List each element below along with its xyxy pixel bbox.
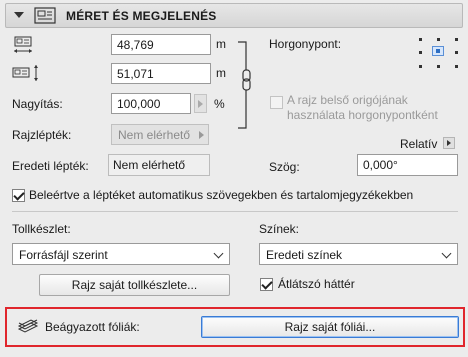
height-icon xyxy=(12,65,38,81)
anchor-dot[interactable] xyxy=(455,65,458,68)
chain-link-icon[interactable] xyxy=(236,40,256,130)
drawing-scale-value: Nem elérhető xyxy=(118,128,191,142)
width-icon xyxy=(14,36,32,53)
collapse-triangle-icon[interactable] xyxy=(14,12,24,18)
height-field[interactable]: 51,071 xyxy=(111,63,211,84)
relative-button[interactable] xyxy=(443,137,455,149)
anchor-label: Horgonypont: xyxy=(269,37,342,51)
original-scale-label: Eredeti lépték: xyxy=(12,159,89,173)
pens-dropdown[interactable]: Forrásfájl szerint xyxy=(12,243,230,265)
anchor-selected-center[interactable] xyxy=(432,46,444,56)
include-scale-checkbox[interactable] xyxy=(12,189,25,202)
use-origin-checkbox[interactable] xyxy=(270,96,283,109)
angle-field[interactable]: 0,000° xyxy=(357,154,458,176)
section-header[interactable]: MÉRET ÉS MEGJELENÉS xyxy=(5,3,463,28)
arrow-right-icon xyxy=(198,100,203,108)
chevron-down-icon xyxy=(213,248,224,259)
relative-label: Relatív xyxy=(400,137,438,151)
magnification-field[interactable]: 100,000 xyxy=(111,93,191,114)
custom-pens-button[interactable]: Rajz saját tollkészlete... xyxy=(39,274,230,296)
include-scale-label: Beleértve a léptéket automatikus szövege… xyxy=(29,188,414,202)
original-scale-value: Nem elérhető xyxy=(108,154,210,176)
magnification-stepper[interactable] xyxy=(194,94,207,113)
anchor-dot[interactable] xyxy=(437,38,440,41)
anchor-dot[interactable] xyxy=(419,51,422,54)
magnification-label: Nagyítás: xyxy=(12,97,63,111)
width-unit: m xyxy=(216,37,226,51)
divider xyxy=(12,211,458,212)
transparent-background-label: Átlátszó háttér xyxy=(278,277,355,291)
drawing-settings-icon xyxy=(34,7,56,24)
angle-label: Szög: xyxy=(269,160,300,174)
magnification-unit: % xyxy=(214,97,225,111)
layers-icon xyxy=(17,319,39,333)
arrow-right-icon xyxy=(447,140,451,146)
anchor-dot[interactable] xyxy=(455,51,458,54)
colors-label: Színek: xyxy=(259,222,300,236)
transparent-background-checkbox[interactable] xyxy=(260,278,273,291)
pens-selected: Forrásfájl szerint xyxy=(19,248,108,262)
use-origin-label-line2: használata horgonypontként xyxy=(287,108,438,122)
arrow-right-icon xyxy=(199,131,204,139)
use-origin-label-line1: A rajz belső origójának xyxy=(287,93,408,107)
custom-layers-button[interactable]: Rajz saját fóliái... xyxy=(201,316,459,338)
pens-label: Tollkészlet: xyxy=(12,222,71,236)
chevron-down-icon xyxy=(441,248,452,259)
anchor-dot[interactable] xyxy=(419,38,422,41)
drawing-scale-label: Rajzlépték: xyxy=(12,128,72,142)
anchor-dot[interactable] xyxy=(419,65,422,68)
colors-dropdown[interactable]: Eredeti színek xyxy=(259,243,458,265)
colors-selected: Eredeti színek xyxy=(266,248,343,262)
anchor-dot[interactable] xyxy=(437,65,440,68)
drawing-scale-dropdown: Nem elérhető xyxy=(111,124,209,145)
anchor-point-grid[interactable] xyxy=(419,38,458,68)
anchor-dot[interactable] xyxy=(455,38,458,41)
width-field[interactable]: 48,769 xyxy=(111,34,211,55)
section-title: MÉRET ÉS MEGJELENÉS xyxy=(66,9,217,23)
height-unit: m xyxy=(216,66,226,80)
embedded-layers-label: Beágyazott fóliák: xyxy=(45,320,140,334)
